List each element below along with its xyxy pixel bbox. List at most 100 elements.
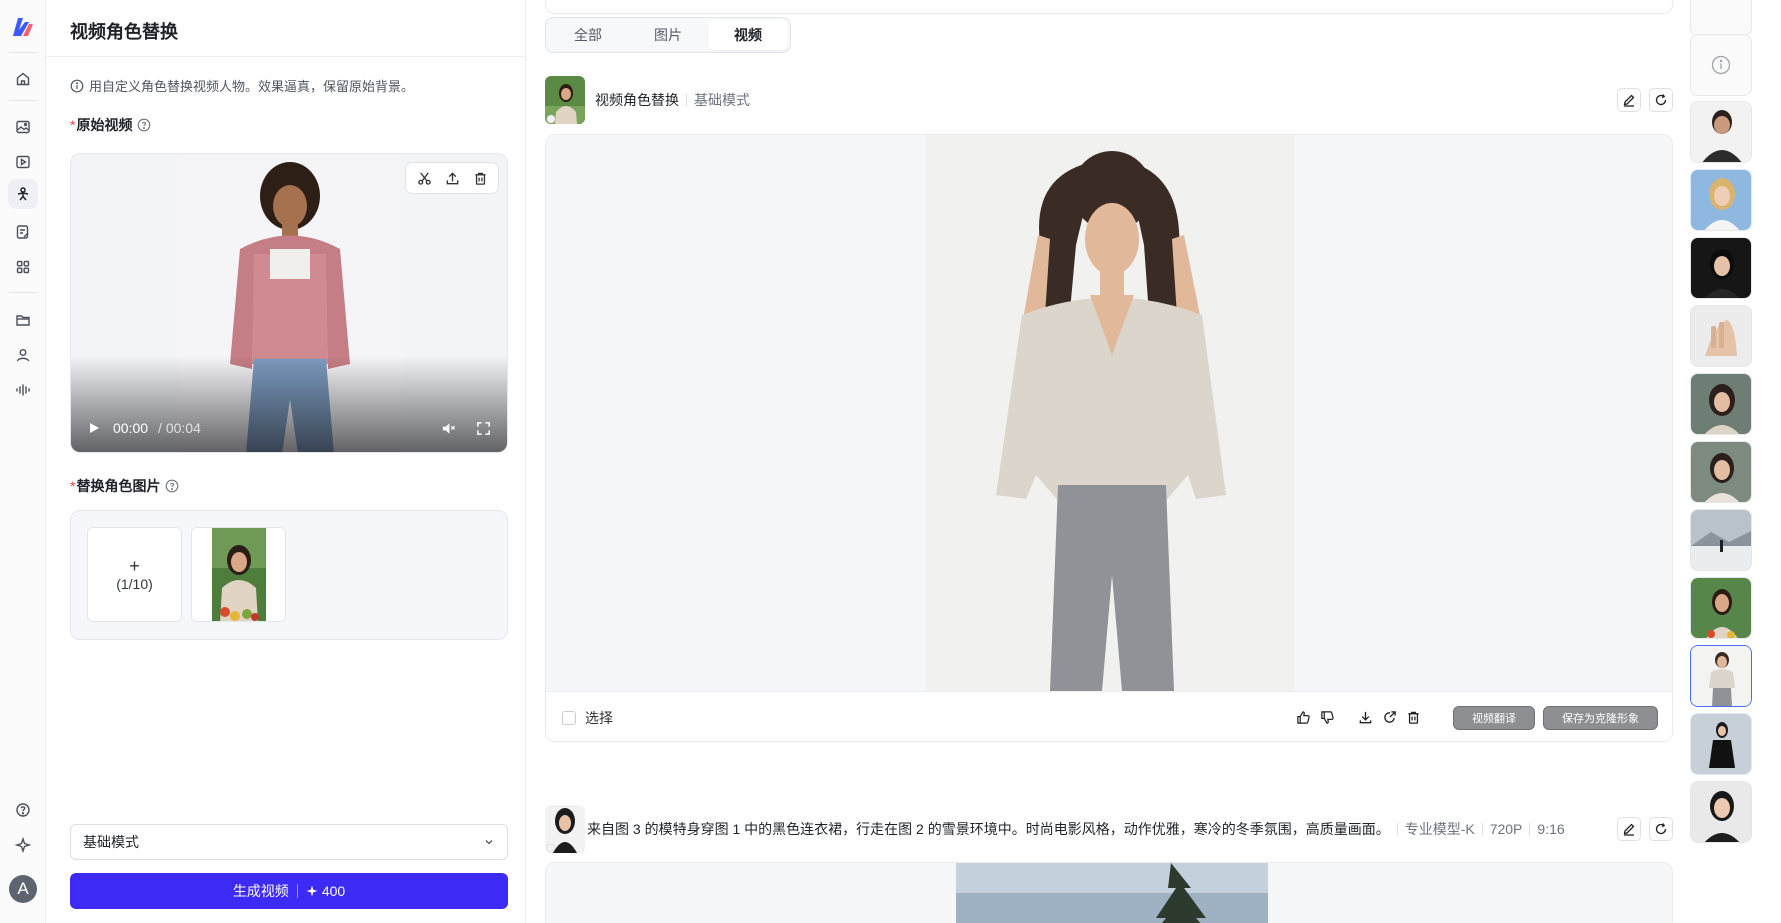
trash-icon[interactable] [1405,710,1421,726]
result-footer: 选择 视频翻译 保存为克隆形象 [546,691,1672,741]
tab-videos[interactable]: 视频 [708,20,788,50]
history-strip [1687,0,1781,923]
divider [296,884,298,898]
avatar[interactable]: A [9,875,37,903]
trash-icon[interactable] [468,166,492,190]
document-edit-icon[interactable] [8,217,38,247]
chevron-down-icon [485,840,493,845]
edit-icon[interactable] [1617,88,1641,112]
fullscreen-icon[interactable] [476,421,491,436]
play-icon[interactable] [87,421,101,435]
upload-count: (1/10) [116,575,153,592]
home-icon[interactable] [8,64,38,94]
tab-images[interactable]: 图片 [628,20,708,50]
help-icon[interactable] [165,479,179,493]
generate-video-button[interactable]: 生成视频 400 [70,873,508,909]
tab-all[interactable]: 全部 [548,20,628,50]
hint-text: 用自定义角色替换视频人物。效果逼真，保留原始背景。 [89,79,415,94]
history-item[interactable] [1690,169,1752,231]
history-item[interactable] [1690,0,1752,36]
hint-row: 用自定义角色替换视频人物。效果逼真，保留原始背景。 [70,76,414,95]
divider [1396,823,1398,835]
task-reference-thumbnail[interactable] [545,76,585,124]
download-icon[interactable] [1357,710,1373,726]
task-prompt: 来自图 3 的模特身穿图 1 中的黑色连衣裙，行走在图 2 的雪景环境中。时尚电… [587,821,1390,837]
history-item[interactable] [1690,441,1752,503]
cost: 400 [306,883,345,899]
result-video-card: 选择 视频翻译 保存为克隆形象 [545,134,1673,742]
add-image-button[interactable]: + (1/10) [87,527,182,622]
history-item[interactable] [1690,713,1752,775]
credit-sparkle-icon [306,885,318,897]
history-item[interactable] [1690,101,1752,163]
regenerate-icon[interactable] [1649,817,1673,841]
plus-icon: + [129,555,140,576]
mode-select-value: 基础模式 [83,834,139,850]
required-mark: * [70,117,76,133]
task-mode: 基础模式 [694,92,750,108]
save-as-clone-button[interactable]: 保存为克隆形象 [1543,705,1658,730]
previous-card-edge [545,0,1673,14]
result-video[interactable] [956,863,1268,923]
scissors-icon[interactable] [412,166,436,190]
audio-wave-icon[interactable] [8,375,38,405]
history-item[interactable] [1690,305,1752,367]
task-actions [1617,88,1673,112]
history-item[interactable] [1690,781,1752,843]
info-icon[interactable] [1690,34,1752,96]
required-mark: * [70,478,76,494]
uploaded-character-thumbnail[interactable] [191,527,286,622]
task-model: 专业模型-K [1404,821,1475,837]
left-nav-rail: A [0,0,46,923]
history-item[interactable] [1690,509,1752,571]
result-video[interactable] [926,135,1294,691]
result-video-card [545,862,1673,923]
source-video-player[interactable]: 00:00 / 00:04 [70,153,508,453]
folder-icon[interactable] [8,305,38,335]
replace-image-label-row: *替换角色图片 [70,476,179,496]
form-panel: 视频角色替换 用自定义角色替换视频人物。效果逼真，保留原始背景。 *原始视频 0… [46,0,526,923]
generate-label: 生成视频 [232,883,289,899]
video-translate-button[interactable]: 视频翻译 [1453,705,1535,730]
video-current-time: 00:00 [113,420,149,436]
source-video-label: 原始视频 [76,117,133,133]
image-edit-icon[interactable] [8,112,38,142]
select-checkbox[interactable] [562,710,576,725]
result-actions: 视频翻译 保存为克隆形象 [1295,705,1658,730]
share-icon[interactable] [1381,710,1397,726]
user-icon[interactable] [8,340,38,370]
history-item-selected[interactable] [1690,645,1752,707]
task-resolution: 720P [1489,821,1523,837]
results-area: 全部 图片 视频 视频角色替换 基础模式 选择 视频翻译 保存为克隆形象 来自图… [527,0,1687,923]
regenerate-icon[interactable] [1649,88,1673,112]
page-title: 视频角色替换 [70,22,178,42]
task-ratio: 9:16 [1537,821,1565,837]
mode-select[interactable]: 基础模式 [70,824,508,860]
apps-icon[interactable] [8,252,38,282]
history-item[interactable] [1690,577,1752,639]
divider [46,56,526,57]
thumbs-down-icon[interactable] [1319,710,1335,726]
video-controls: 00:00 / 00:04 [87,420,491,436]
video-controls-overlay: 00:00 / 00:04 [71,356,507,452]
character-icon[interactable] [8,179,38,209]
mute-icon[interactable] [441,421,456,436]
upload-icon[interactable] [440,166,464,190]
source-video-label-row: *原始视频 [70,115,151,135]
history-item[interactable] [1690,373,1752,435]
generate-cost: 400 [321,883,346,899]
edit-icon[interactable] [1617,817,1641,841]
sparkle-icon[interactable] [8,830,38,860]
divider [686,94,687,106]
help-icon[interactable] [137,118,151,132]
task-header: 来自图 3 的模特身穿图 1 中的黑色连衣裙，行走在图 2 的雪景环境中。时尚电… [545,805,1673,853]
task-reference-thumbnail[interactable] [545,805,585,853]
result-stage [546,135,1672,691]
history-item[interactable] [1690,237,1752,299]
app-logo[interactable] [9,14,37,40]
help-icon[interactable] [8,795,38,825]
video-toolbar [405,162,499,194]
thumbs-up-icon[interactable] [1295,710,1311,726]
task-header: 视频角色替换 基础模式 [545,76,1673,124]
video-edit-icon[interactable] [8,147,38,177]
